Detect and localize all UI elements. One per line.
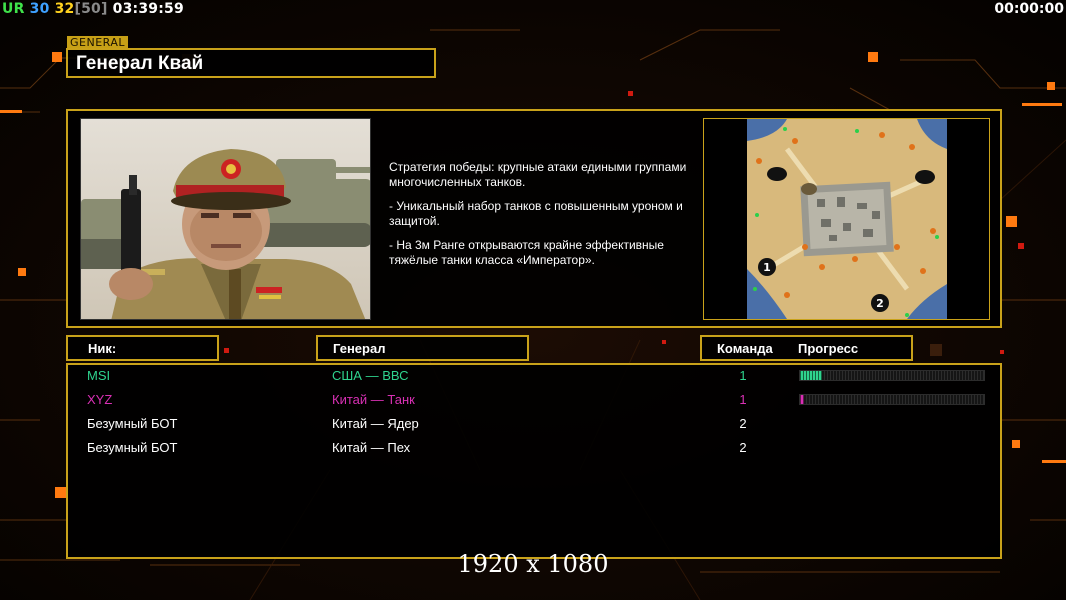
- column-label-nick: Ник:: [88, 341, 117, 356]
- description-line: - Уникальный набор танков с повышенным у…: [389, 199, 683, 228]
- player-team: 2: [739, 416, 747, 431]
- player-progress-fill: [800, 371, 823, 380]
- player-team: 2: [739, 440, 747, 455]
- player-general: США — ВВС: [332, 368, 409, 383]
- hud-value-2: 32: [54, 1, 75, 17]
- player-general: Китай — Пех: [332, 440, 411, 455]
- player-progress-fill: [800, 395, 804, 404]
- start-position-2: 2: [876, 297, 884, 310]
- column-header-team-progress: Команда Прогресс: [700, 335, 913, 361]
- resolution-label: 1920 x 1080: [457, 550, 609, 578]
- column-label-progress: Прогресс: [798, 341, 859, 356]
- column-header-nick: Ник:: [66, 335, 219, 361]
- column-header-general: Генерал: [316, 335, 529, 361]
- player-general: Китай — Танк: [332, 392, 415, 407]
- player-progress-bar: [799, 394, 985, 405]
- ur-label: UR: [2, 1, 25, 17]
- player-nick: XYZ: [87, 392, 113, 407]
- column-label-general: Генерал: [333, 341, 386, 356]
- column-label-team: Команда: [717, 341, 773, 356]
- general-description: Стратегия победы: крупные атаки едиными …: [389, 160, 699, 277]
- players-panel: MSI США — ВВС 1 XYZ Китай — Танк 1 Безумный БО…: [66, 363, 1002, 559]
- player-team: 1: [739, 392, 747, 407]
- system-clock: 03:39:59: [112, 1, 184, 17]
- player-row: MSI США — ВВС 1: [68, 366, 1000, 388]
- description-line: - На 3м Ранге открываются крайне эффекти…: [389, 238, 664, 267]
- hud-value-1: 30: [29, 1, 50, 17]
- player-nick: Безумный БОТ: [87, 416, 178, 431]
- map-preview: 1 2: [747, 119, 947, 319]
- general-portrait: [80, 118, 371, 320]
- hud-value-3: [50]: [74, 1, 108, 17]
- general-name: Генерал Квай: [76, 53, 204, 74]
- player-nick: Безумный БОТ: [87, 440, 178, 455]
- player-row: XYZ Китай — Танк 1: [68, 390, 1000, 412]
- start-position-1: 1: [763, 261, 771, 274]
- player-row: Безумный БОТ Китай — Пех 2: [68, 438, 1000, 460]
- player-row: Безумный БОТ Китай — Ядер 2: [68, 414, 1000, 436]
- player-progress-bar: [799, 370, 985, 381]
- description-line: Стратегия победы: крупные атаки едиными …: [389, 160, 687, 189]
- player-general: Китай — Ядер: [332, 416, 419, 431]
- player-team: 1: [739, 368, 747, 383]
- game-timer: 00:00:00: [994, 1, 1064, 17]
- player-nick: MSI: [87, 368, 111, 383]
- general-title-box: Генерал Квай: [66, 48, 436, 78]
- fps-counter-panel: UR 30 32[50] 03:39:59: [2, 1, 184, 17]
